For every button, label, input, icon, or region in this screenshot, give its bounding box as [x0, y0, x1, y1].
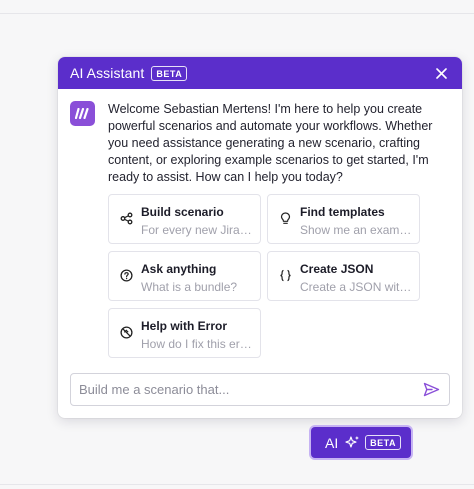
card-subtitle: Create a JSON with data	[300, 280, 414, 294]
make-logo-icon	[70, 101, 95, 126]
beta-badge: BETA	[151, 65, 188, 81]
card-title: Ask anything	[141, 262, 217, 276]
chat-input-box	[70, 373, 450, 406]
assistant-message: Welcome Sebastian Mertens! I'm here to h…	[70, 101, 454, 186]
close-icon	[435, 67, 447, 79]
send-button[interactable]	[421, 380, 441, 400]
close-button[interactable]	[432, 64, 450, 82]
share-nodes-icon	[120, 212, 133, 225]
card-help-with-error[interactable]: Help with Error How do I fix this error?	[108, 308, 261, 358]
sparkles-icon	[345, 436, 360, 448]
welcome-text: Welcome Sebastian Mertens! I'm here to h…	[108, 102, 433, 184]
card-title: Create JSON	[300, 262, 374, 276]
ai-assistant-toggle-button[interactable]: AI BETA	[311, 427, 411, 458]
card-subtitle: For every new Jira issue	[141, 223, 255, 237]
ai-label: AI	[325, 434, 339, 451]
card-find-templates[interactable]: Find templates Show me an example	[267, 194, 420, 244]
ai-assistant-panel: AI Assistant BETA Welcome Sebastian Mert…	[58, 57, 462, 418]
card-build-scenario[interactable]: Build scenario For every new Jira issue	[108, 194, 261, 244]
card-subtitle: What is a bundle?	[141, 280, 238, 294]
card-title: Help with Error	[141, 319, 228, 333]
page-divider-top	[0, 13, 474, 14]
panel-title: AI Assistant	[70, 65, 145, 81]
send-icon	[423, 382, 439, 397]
card-subtitle: Show me an example	[300, 223, 414, 237]
fab-beta-badge: BETA	[365, 435, 401, 450]
chat-input[interactable]	[79, 382, 421, 397]
page-divider-bottom	[0, 484, 474, 485]
card-title: Find templates	[300, 205, 385, 219]
panel-header: AI Assistant BETA	[58, 57, 462, 89]
braces-icon	[280, 269, 291, 282]
card-ask-anything[interactable]: Ask anything What is a bundle?	[108, 251, 261, 301]
card-title: Build scenario	[141, 205, 224, 219]
question-circle-icon	[120, 269, 133, 282]
card-subtitle: How do I fix this error?	[141, 337, 255, 351]
error-slash-icon	[120, 326, 133, 339]
card-create-json[interactable]: Create JSON Create a JSON with data	[267, 251, 420, 301]
lightbulb-icon	[280, 212, 291, 224]
